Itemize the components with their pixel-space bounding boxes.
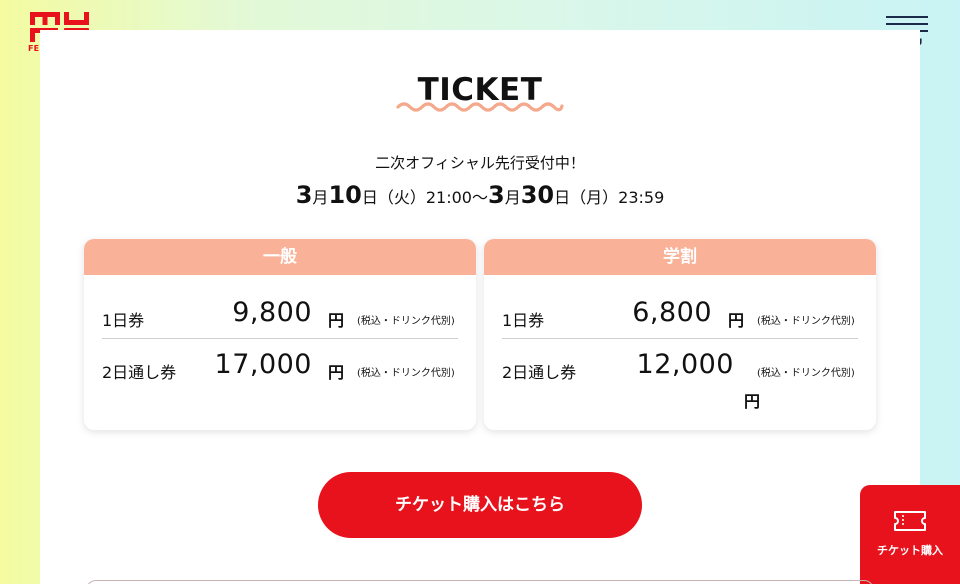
price-unit: 円 [328, 311, 345, 330]
start-weekday: （火） [377, 188, 426, 207]
next-section-card [86, 580, 874, 584]
row-divider [502, 338, 858, 339]
ticket-name: 1日券 [102, 311, 145, 330]
ticket-price: 12,000 [636, 349, 734, 380]
start-month-unit: 月 [312, 188, 329, 207]
hamburger-line [886, 23, 928, 25]
price-unit: 円 [728, 311, 745, 330]
price-unit: 円 [744, 392, 761, 411]
start-day-unit: 日 [361, 188, 378, 207]
ticket-name: 1日券 [502, 311, 545, 330]
end-weekday: （月） [570, 188, 619, 207]
ticket-card-student: 学割 1日券 6,800 円 (税込・ドリンク代別) 2日通し券 12,000 … [484, 239, 876, 430]
price-note: (税込・ドリンク代別) [757, 316, 855, 327]
row-divider [102, 338, 458, 339]
price-note: (税込・ドリンク代別) [357, 316, 455, 327]
price-unit: 円 [328, 363, 345, 382]
ticket-price: 17,000 [214, 349, 312, 380]
buy-ticket-button[interactable]: チケット購入はこちら [318, 472, 642, 538]
end-day: 30 [520, 181, 555, 209]
start-time: 21:00〜 [425, 188, 488, 207]
end-month: 3 [488, 181, 505, 209]
price-note: (税込・ドリンク代別) [357, 368, 455, 379]
card-heading: 学割 [484, 239, 876, 275]
title-underline-wave [396, 102, 564, 112]
end-time: 23:59 [618, 188, 665, 207]
floating-buy-ticket-button[interactable]: チケット購入 [860, 485, 960, 584]
end-month-unit: 月 [504, 188, 521, 207]
end-day-unit: 日 [554, 188, 571, 207]
sale-period: 3月10日（火）21:00〜3月30日（月）23:59 [180, 181, 780, 209]
ticket-price: 9,800 [232, 297, 312, 328]
ticket-name: 2日通し券 [102, 363, 177, 382]
hamburger-icon [886, 16, 928, 18]
ticket-name: 2日通し券 [502, 363, 577, 382]
start-day: 10 [328, 181, 362, 209]
start-month: 3 [295, 181, 313, 209]
ticket-icon [894, 511, 926, 531]
presale-notice: 二次オフィシャル先行受付中！ [375, 154, 585, 172]
ticket-price: 6,800 [632, 297, 712, 328]
floating-buy-label: チケット購入 [877, 544, 943, 557]
card-heading: 一般 [84, 239, 476, 275]
ticket-card-general: 一般 1日券 9,800 円 (税込・ドリンク代別) 2日通し券 17,000 … [84, 239, 476, 430]
price-note: (税込・ドリンク代別) [757, 368, 855, 379]
